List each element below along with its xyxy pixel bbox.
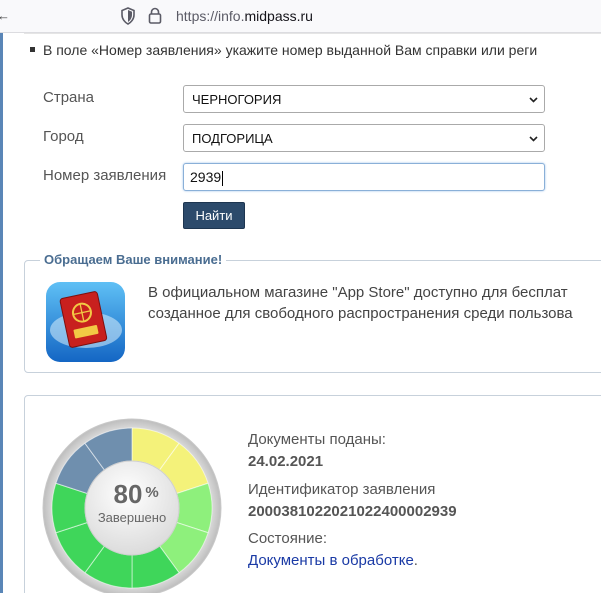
city-select-value: ПОДГОРИЦА [192,131,273,146]
url-prefix: https://info. [176,8,245,24]
country-label: Страна [43,89,95,106]
application-number-input[interactable]: 2939 [183,163,545,191]
shield-icon[interactable] [120,7,136,25]
country-select-value: ЧЕРНОГОРИЯ [192,92,282,107]
submitted-label: Документы поданы: [248,431,386,448]
state-value[interactable]: Документы в обработке [248,552,414,569]
state-label: Состояние: [248,530,328,547]
progress-percent-sign: % [145,484,158,501]
page-left-edge [0,33,3,593]
chevron-down-icon [529,136,538,142]
submitted-date: 24.02.2021 [248,453,324,470]
instruction-label: В поле «Номер заявления» укажите номер в… [43,42,538,58]
notice-line-1: В официальном магазине "App Store" досту… [148,284,568,301]
application-number-value: 2939 [190,169,222,185]
url-domain: midpass.ru [244,8,313,24]
text-caret [222,170,224,186]
country-select[interactable]: ЧЕРНОГОРИЯ [183,85,545,113]
chevron-down-icon [529,97,538,103]
notice-text: В официальном магазине "App Store" досту… [148,282,573,324]
instruction-text: В поле «Номер заявления» укажите номер в… [30,42,537,58]
application-id-label: Идентификатор заявления [248,481,436,498]
application-id-value: 2000381022021022400002939 [248,503,457,520]
state-value-link[interactable]: Документы в обработке. [248,552,418,569]
passport-app-icon[interactable] [46,282,125,362]
browser-url-bar[interactable]: ← https://info.midpass.ru [0,0,601,33]
search-button[interactable]: Найти [183,202,245,229]
url-text[interactable]: https://info.midpass.ru [176,8,313,24]
progress-percent-value: 80 [114,479,143,509]
lock-icon[interactable] [148,7,162,24]
progress-caption: Завершено [98,510,166,525]
notice-line-2: созданное для свободного распространения… [148,305,573,322]
application-number-label: Номер заявления [43,167,167,184]
notice-legend: Обращаем Ваше внимание! [40,252,227,267]
back-arrow-icon[interactable]: ← [0,8,10,23]
city-label: Город [43,128,84,145]
bullet-icon [30,46,35,52]
city-select[interactable]: ПОДГОРИЦА [183,124,545,152]
divider [24,33,601,37]
progress-gauge: 80 % Завершено [42,418,222,593]
state-dot: . [413,552,418,569]
